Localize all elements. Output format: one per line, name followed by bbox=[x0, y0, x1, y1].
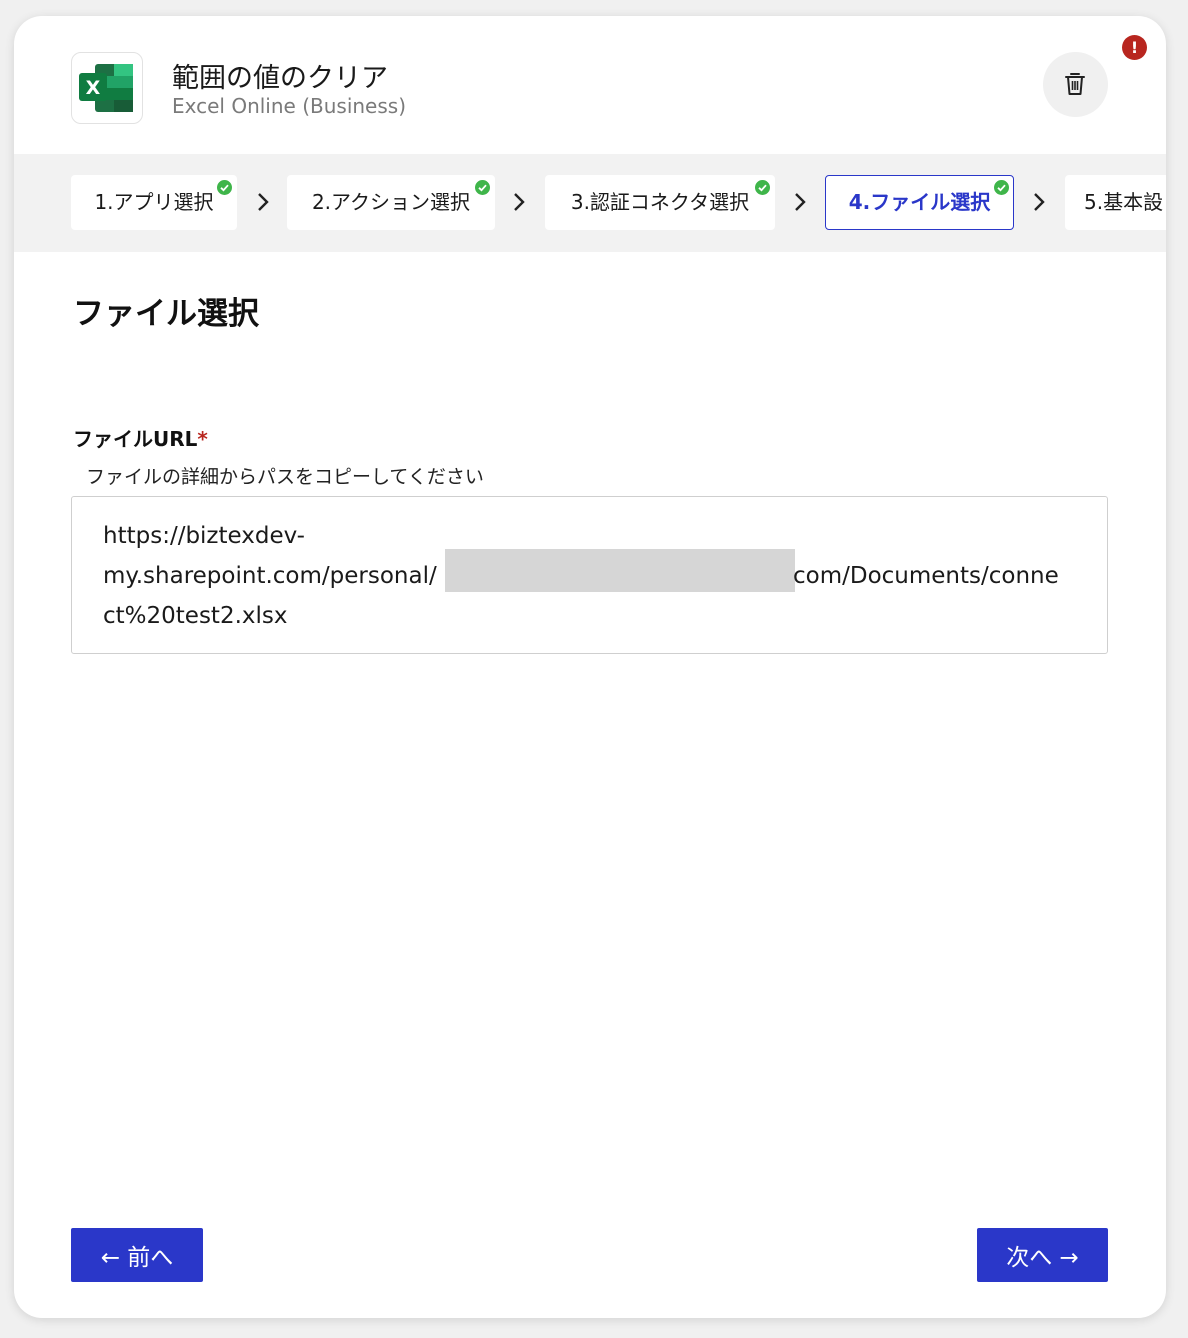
url-line-2: my.sharepoint.com/personal/ bbox=[103, 563, 437, 589]
step-connector-select[interactable]: 3.認証コネクタ選択 bbox=[545, 175, 775, 230]
file-url-input[interactable]: https://biztexdev- my.sharepoint.com/per… bbox=[71, 496, 1108, 654]
redacted-block bbox=[445, 549, 795, 592]
excel-icon: X bbox=[71, 52, 143, 124]
url-line-1: https://biztexdev- bbox=[103, 523, 305, 549]
step-app-select[interactable]: 1.アプリ選択 bbox=[71, 175, 237, 230]
check-circle-icon bbox=[217, 180, 232, 195]
step-label: 2.アクション選択 bbox=[311, 190, 471, 214]
app-subtitle: Excel Online (Business) bbox=[172, 94, 407, 118]
chevron-right-icon bbox=[795, 193, 806, 211]
chevron-right-icon bbox=[514, 193, 525, 211]
step-file-select[interactable]: 4.ファイル選択 bbox=[825, 175, 1014, 230]
file-url-label: ファイルURL* bbox=[73, 423, 208, 452]
chevron-right-icon bbox=[1034, 193, 1045, 211]
action-dialog: X 範囲の値のクリア Excel Online (Business) ! 1.ア… bbox=[14, 16, 1166, 1318]
stepper: 1.アプリ選択 2.アクション選択 3.認証コネクタ選択 4.ファイル選択 5.… bbox=[14, 154, 1166, 252]
required-mark: * bbox=[197, 427, 208, 451]
page-title: 範囲の値のクリア bbox=[172, 63, 388, 94]
step-label: 4.ファイル選択 bbox=[848, 190, 991, 214]
dialog-header: X 範囲の値のクリア Excel Online (Business) ! bbox=[14, 16, 1166, 154]
url-line-2b: com/Documents/conne bbox=[793, 563, 1059, 589]
field-help-text: ファイルの詳細からパスをコピーしてください bbox=[86, 466, 484, 488]
check-circle-icon bbox=[994, 180, 1009, 195]
next-button[interactable]: 次へ → bbox=[977, 1228, 1108, 1282]
svg-text:X: X bbox=[86, 77, 101, 99]
step-label: 1.アプリ選択 bbox=[94, 190, 214, 214]
check-circle-icon bbox=[475, 180, 490, 195]
check-circle-icon bbox=[755, 180, 770, 195]
chevron-right-icon bbox=[258, 193, 269, 211]
step-action-select[interactable]: 2.アクション選択 bbox=[287, 175, 495, 230]
field-label-text: ファイルURL bbox=[73, 427, 198, 451]
step-label: 5.基本設 bbox=[1084, 190, 1164, 214]
error-badge-icon: ! bbox=[1122, 35, 1147, 60]
step-basic-settings[interactable]: 5.基本設 bbox=[1065, 175, 1166, 230]
step-label: 3.認証コネクタ選択 bbox=[570, 190, 750, 214]
prev-button[interactable]: ← 前へ bbox=[71, 1228, 203, 1282]
trash-icon bbox=[1065, 73, 1085, 95]
section-title: ファイル選択 bbox=[73, 296, 259, 332]
delete-button[interactable] bbox=[1043, 52, 1108, 117]
url-line-3: ct%20test2.xlsx bbox=[103, 603, 288, 629]
